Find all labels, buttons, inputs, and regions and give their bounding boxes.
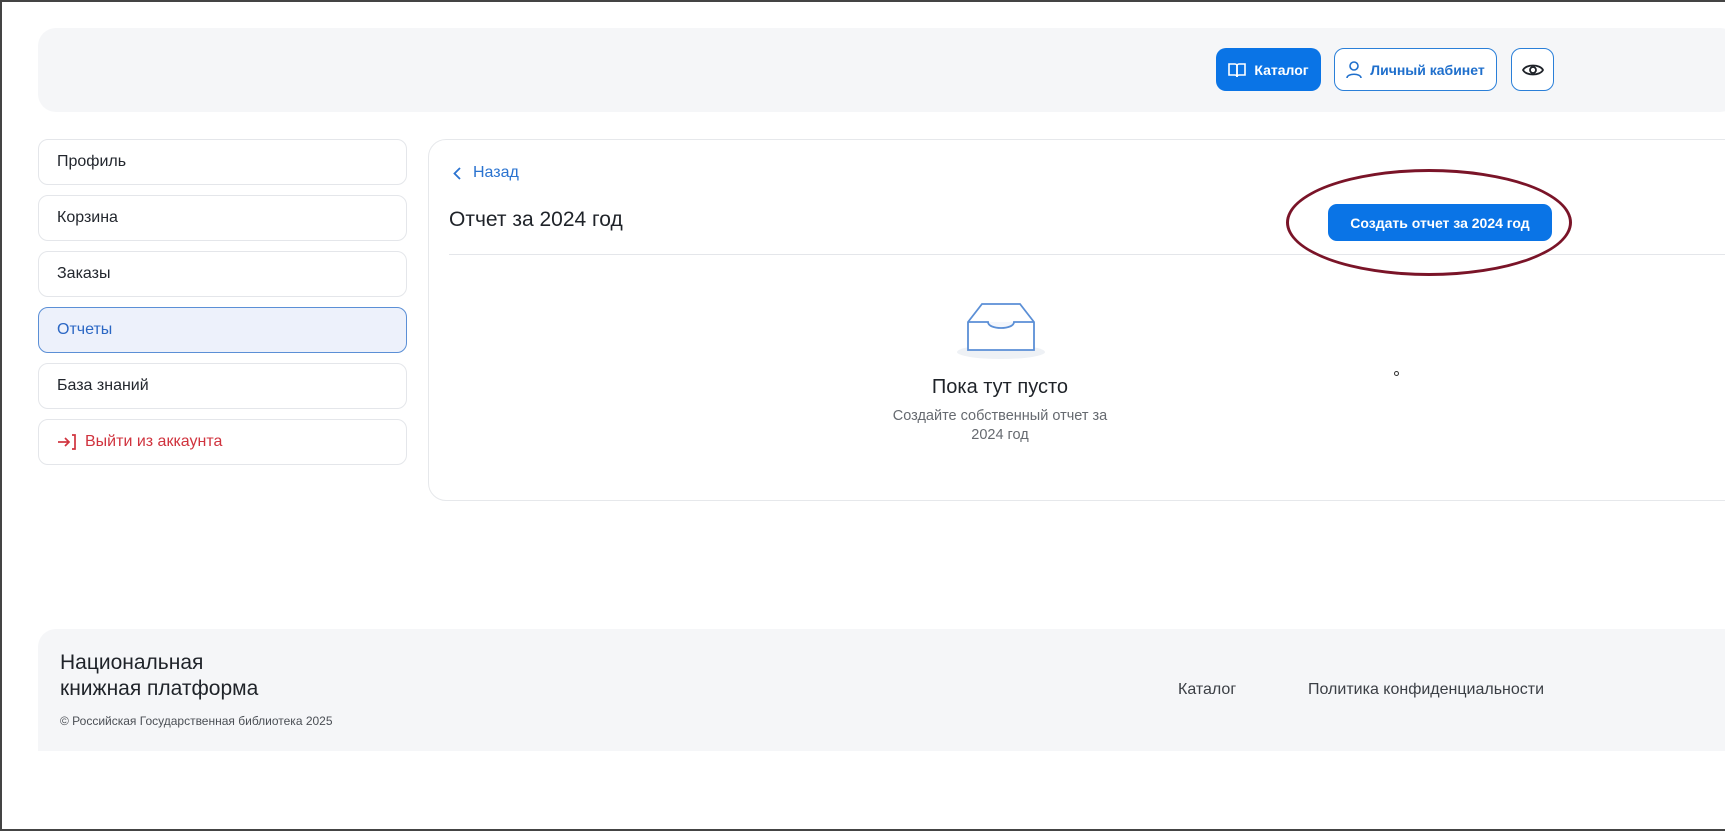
divider — [449, 254, 1725, 255]
sidebar-item-label: Профиль — [57, 153, 127, 170]
sidebar-item-label: Отчеты — [57, 321, 113, 338]
book-icon — [1228, 62, 1247, 77]
cursor-dot — [1394, 371, 1399, 376]
chevron-left-icon — [453, 166, 461, 180]
sidebar-item-reports[interactable]: Отчеты — [38, 307, 407, 353]
accessibility-button[interactable] — [1511, 48, 1554, 91]
sidebar-item-label: База знаний — [57, 377, 149, 394]
sidebar-item-orders[interactable]: Заказы — [38, 251, 407, 297]
personal-cabinet-label: Личный кабинет — [1370, 61, 1485, 78]
empty-state-subtitle-line: 2024 год — [971, 427, 1029, 443]
inbox-tray-icon — [957, 303, 1045, 359]
sidebar-item-knowledge-base[interactable]: База знаний — [38, 363, 407, 409]
sidebar-item-label: Заказы — [57, 265, 111, 282]
footer-brand-line: Национальная — [60, 651, 204, 674]
user-icon — [1346, 60, 1363, 78]
personal-cabinet-button[interactable]: Личный кабинет — [1334, 48, 1497, 91]
empty-state-subtitle-line: Создайте собственный отчет за — [892, 408, 1108, 424]
sidebar-item-cart[interactable]: Корзина — [38, 195, 407, 241]
footer-brand-line: книжная платформа — [60, 677, 259, 700]
logout-label: Выйти из аккаунта — [85, 433, 223, 450]
sidebar-item-label: Корзина — [57, 209, 118, 226]
footer-link-privacy[interactable]: Политика конфиденциальности — [1308, 681, 1544, 699]
catalog-button[interactable]: Каталог — [1216, 48, 1321, 91]
reports-card — [428, 139, 1725, 501]
eye-icon — [1521, 64, 1544, 75]
footer-copyright: © Российская Государственная библиотека … — [60, 714, 333, 728]
empty-state-subtitle: Создайте собственный отчет за 2024 год — [866, 407, 1134, 445]
back-label: Назад — [473, 164, 519, 181]
footer-brand: Национальная книжная платформа — [60, 650, 258, 702]
page-title: Отчет за 2024 год — [449, 208, 623, 231]
catalog-button-label: Каталог — [1254, 61, 1309, 78]
logout-button[interactable]: Выйти из аккаунта — [38, 419, 407, 465]
create-report-button[interactable]: Создать отчет за 2024 год — [1328, 204, 1552, 241]
back-link[interactable]: Назад — [453, 162, 519, 184]
empty-state-title: Пока тут пусто — [931, 376, 1069, 398]
footer-link-catalog[interactable]: Каталог — [1178, 681, 1236, 699]
sidebar-item-profile[interactable]: Профиль — [38, 139, 407, 185]
logout-arrow-icon — [58, 434, 76, 450]
